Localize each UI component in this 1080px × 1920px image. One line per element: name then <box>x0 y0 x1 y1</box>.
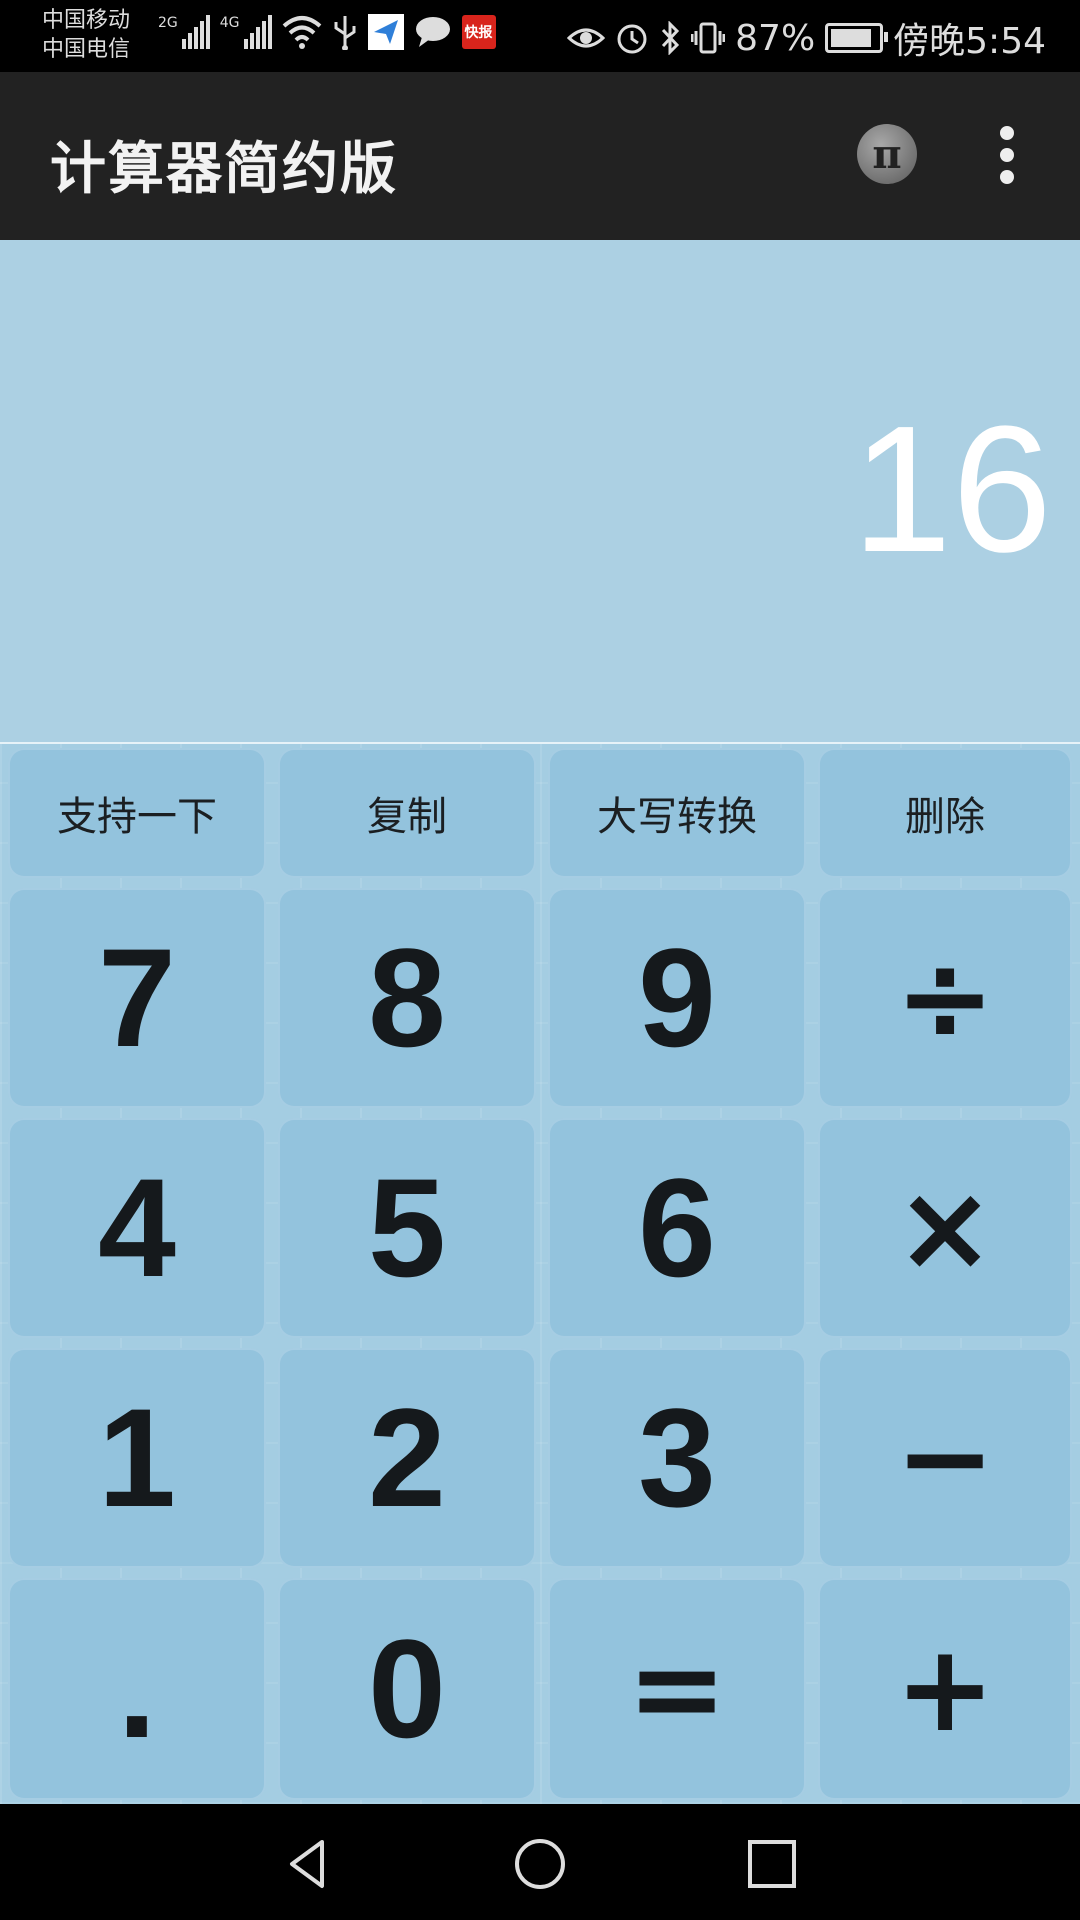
result-display: 16 <box>0 240 1080 744</box>
key-6-label: 6 <box>638 1149 716 1306</box>
keypad: 支持一下 复制 大写转换 删除 7 8 9 ÷ 4 5 6 × 1 2 3 − … <box>0 744 1080 1804</box>
key-9-label: 9 <box>638 919 716 1076</box>
pi-button[interactable]: π <box>857 124 917 184</box>
key-2[interactable]: 2 <box>278 1348 536 1568</box>
eye-icon <box>567 28 606 48</box>
more-options-icon <box>1000 126 1014 140</box>
multiply-button[interactable]: × <box>818 1118 1072 1338</box>
key-0[interactable]: 0 <box>278 1578 536 1800</box>
app-bar: 计算器简约版 π <box>0 72 1080 240</box>
usb-icon <box>334 16 356 50</box>
battery-icon <box>825 23 889 53</box>
support-button-label: 支持一下 <box>57 794 217 840</box>
key-0-label: 0 <box>368 1610 446 1767</box>
signal-2-icon: 4G <box>220 15 272 49</box>
key-6[interactable]: 6 <box>548 1118 806 1338</box>
key-4[interactable]: 4 <box>8 1118 266 1338</box>
add-button[interactable]: + <box>818 1578 1072 1800</box>
support-button[interactable]: 支持一下 <box>8 748 266 878</box>
status-bar: 中国移动 中国电信 2G 4G 快报 87% 傍晚5:54 <box>0 0 1080 72</box>
signal-2-type: 4G <box>219 15 240 31</box>
key-3-label: 3 <box>638 1379 716 1536</box>
copy-button[interactable]: 复制 <box>278 748 536 878</box>
carrier-2: 中国电信 <box>42 37 131 62</box>
carrier-labels: 中国移动 中国电信 <box>42 6 130 64</box>
key-8-label: 8 <box>368 919 446 1076</box>
battery-percent: 87% <box>735 17 816 59</box>
battery-fill <box>831 29 872 47</box>
key-4-label: 4 <box>98 1149 176 1306</box>
decimal-label: . <box>117 1610 157 1767</box>
delete-button-label: 删除 <box>905 794 985 840</box>
plus-icon: + <box>894 1619 996 1759</box>
uppercase-convert-button[interactable]: 大写转换 <box>548 748 806 878</box>
key-3[interactable]: 3 <box>548 1348 806 1568</box>
navigation-bar <box>0 1804 1080 1920</box>
divide-icon: ÷ <box>894 928 996 1068</box>
carrier-1: 中国移动 <box>42 8 131 33</box>
recents-icon[interactable] <box>744 1836 800 1892</box>
news-icon: 快报 <box>461 15 496 49</box>
delete-button[interactable]: 删除 <box>818 748 1072 878</box>
more-options-button[interactable] <box>995 126 1019 186</box>
multiply-icon: × <box>894 1158 996 1298</box>
display-value: 16 <box>851 389 1052 590</box>
decimal-button[interactable]: . <box>8 1578 266 1800</box>
back-icon[interactable] <box>280 1836 336 1892</box>
key-1-label: 1 <box>98 1379 176 1536</box>
status-icons-right: 87% 傍晚5:54 <box>567 12 1046 64</box>
key-7[interactable]: 7 <box>8 888 266 1108</box>
wifi-icon <box>282 16 321 49</box>
chat-icon <box>415 17 450 47</box>
key-5-label: 5 <box>368 1149 446 1306</box>
key-8[interactable]: 8 <box>278 888 536 1108</box>
subtract-button[interactable]: − <box>818 1348 1072 1568</box>
divide-button[interactable]: ÷ <box>818 888 1072 1108</box>
copy-button-label: 复制 <box>367 794 447 840</box>
news-icon-label: 快报 <box>464 25 493 41</box>
status-time: 傍晚5:54 <box>893 21 1046 62</box>
signal-1-icon: 2G <box>158 15 210 49</box>
equals-icon: = <box>626 1619 728 1759</box>
home-icon[interactable] <box>512 1836 568 1892</box>
key-2-label: 2 <box>368 1379 446 1536</box>
vibrate-icon <box>691 22 726 54</box>
send-icon <box>367 14 404 50</box>
key-1[interactable]: 1 <box>8 1348 266 1568</box>
key-5[interactable]: 5 <box>278 1118 536 1338</box>
equals-button[interactable]: = <box>548 1578 806 1800</box>
pi-icon: π <box>872 130 902 178</box>
signal-1-type: 2G <box>158 15 178 31</box>
status-icons-left: 2G 4G 快报 <box>158 14 496 50</box>
app-title: 计算器简约版 <box>50 137 398 202</box>
key-9[interactable]: 9 <box>548 888 806 1108</box>
alarm-icon <box>617 24 647 54</box>
uppercase-convert-button-label: 大写转换 <box>597 794 757 840</box>
minus-icon: − <box>894 1388 996 1528</box>
key-7-label: 7 <box>98 919 176 1076</box>
bluetooth-icon <box>662 21 680 55</box>
